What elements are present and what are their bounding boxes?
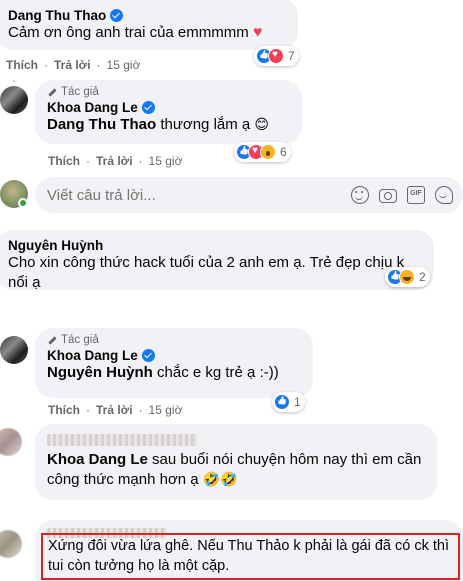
avatar[interactable]: [0, 530, 22, 558]
like-reaction-icon: [274, 394, 290, 410]
smile-emoji: 😊: [254, 117, 270, 133]
separator: ·: [86, 154, 90, 168]
pen-icon: [47, 87, 57, 97]
mention-link[interactable]: Nguyên Huỳnh: [47, 364, 153, 381]
comment-text: Cho xin công thức hack tuổi của 2 anh em…: [8, 254, 405, 291]
comment-bubble: Khoa Dang Le sau buổi nói chuyện hôm nay…: [35, 424, 437, 500]
comment-author[interactable]: Dang Thu Thao: [8, 8, 286, 23]
wow-reaction-icon: [260, 144, 276, 160]
reaction-summary[interactable]: 2: [385, 267, 430, 287]
like-button[interactable]: Thích: [48, 154, 80, 168]
reply-author[interactable]: Khoa Dang Le: [47, 348, 301, 363]
reply-text: Nguyên Huỳnh chắc e kg trẻ ạ :-)): [47, 363, 301, 383]
author-tag-label: Tác giả: [61, 86, 99, 98]
emoji-icon[interactable]: [351, 186, 369, 204]
like-button[interactable]: Thích: [48, 403, 80, 417]
pen-icon: [47, 335, 57, 345]
timestamp[interactable]: 15 giờ: [149, 403, 183, 417]
reaction-count: 1: [294, 395, 301, 409]
reply-input-box[interactable]: GIF: [35, 177, 463, 213]
reaction-count: 6: [280, 145, 287, 159]
heart-emoji: ♥: [252, 24, 263, 41]
separator: ·: [138, 403, 143, 417]
online-status-indicator: [18, 198, 28, 208]
author-tag: Tác giả: [47, 334, 301, 346]
reply-text: Dang Thu Thao thương lắm ạ 😊: [47, 115, 290, 135]
reply-button[interactable]: Trả lời: [54, 58, 91, 72]
rofl-emoji: 🤣🤣: [202, 472, 238, 488]
author-tag: Tác giả: [47, 86, 290, 98]
haha-reaction-icon: [399, 269, 415, 285]
reply-actions: Thích · Trả lời · 15 giờ: [48, 154, 182, 168]
reaction-count: 2: [419, 270, 426, 284]
reply-button[interactable]: Trả lời: [96, 403, 133, 417]
comment-bubble: Dang Thu Thao Cảm ơn ông anh trai của em…: [0, 0, 298, 50]
blurred-author-name[interactable]: [47, 434, 197, 446]
separator: ·: [96, 58, 101, 72]
avatar[interactable]: [0, 86, 28, 114]
love-reaction-icon: [268, 48, 284, 64]
timestamp[interactable]: 15 giờ: [107, 58, 141, 72]
separator: ·: [138, 154, 143, 168]
avatar[interactable]: [0, 336, 28, 364]
mention-link[interactable]: Khoa Dang Le: [47, 451, 148, 468]
input-actions: GIF: [351, 186, 453, 204]
author-name[interactable]: Khoa Dang Le: [47, 100, 138, 115]
author-name[interactable]: Nguyên Huỳnh: [8, 238, 103, 253]
author-name[interactable]: Dang Thu Thao: [8, 8, 106, 23]
comment-bubble: Nguyên Huỳnh Cho xin công thức hack tuổi…: [0, 230, 434, 291]
reply-body: chắc e kg trẻ ạ :-)): [152, 364, 279, 381]
comment-text: Xứng đôi vừa lứa ghê. Nếu Thu Thảo k phả…: [48, 538, 449, 574]
comment-text: Khoa Dang Le sau buổi nói chuyện hôm nay…: [47, 450, 425, 490]
reply-body: thương lắm ạ: [156, 116, 255, 133]
reaction-count: 7: [288, 49, 295, 63]
avatar[interactable]: [0, 428, 22, 456]
reply-actions: Thích · Trả lời · 15 giờ: [48, 403, 182, 417]
reaction-summary[interactable]: 7: [254, 46, 299, 66]
mention-link[interactable]: Dang Thu Thao: [47, 116, 156, 133]
verified-badge-icon: [141, 101, 155, 114]
gif-icon[interactable]: GIF: [407, 186, 425, 204]
reaction-summary[interactable]: 1: [272, 392, 305, 412]
verified-badge-icon: [110, 9, 124, 22]
reaction-summary[interactable]: 6: [234, 142, 291, 162]
sticker-icon[interactable]: [435, 186, 453, 204]
verified-badge-icon: [141, 349, 155, 362]
author-tag-label: Tác giả: [61, 334, 99, 346]
separator: ·: [86, 403, 90, 417]
comment-actions: Thích · Trả lời · 15 giờ: [6, 58, 140, 72]
reply-author[interactable]: Khoa Dang Le: [47, 100, 290, 115]
reply-button[interactable]: Trả lời: [96, 154, 133, 168]
camera-icon[interactable]: [379, 189, 397, 203]
separator: ·: [44, 58, 48, 72]
comment-text: Cảm ơn ông anh trai của emmmmm ♥: [8, 23, 286, 43]
thread-connector: [13, 80, 15, 82]
comment-author[interactable]: Nguyên Huỳnh: [8, 238, 422, 253]
like-button[interactable]: Thích: [6, 58, 38, 72]
reply-bubble: Tác giả Khoa Dang Le Dang Thu Thao thươn…: [35, 80, 302, 144]
timestamp[interactable]: 15 giờ: [149, 154, 183, 168]
reply-input[interactable]: [47, 186, 237, 204]
comment-body: Cảm ơn ông anh trai của emmmmm: [8, 24, 249, 41]
author-name[interactable]: Khoa Dang Le: [47, 348, 138, 363]
reply-bubble: Tác giả Khoa Dang Le Nguyên Huỳnh chắc e…: [35, 328, 313, 398]
